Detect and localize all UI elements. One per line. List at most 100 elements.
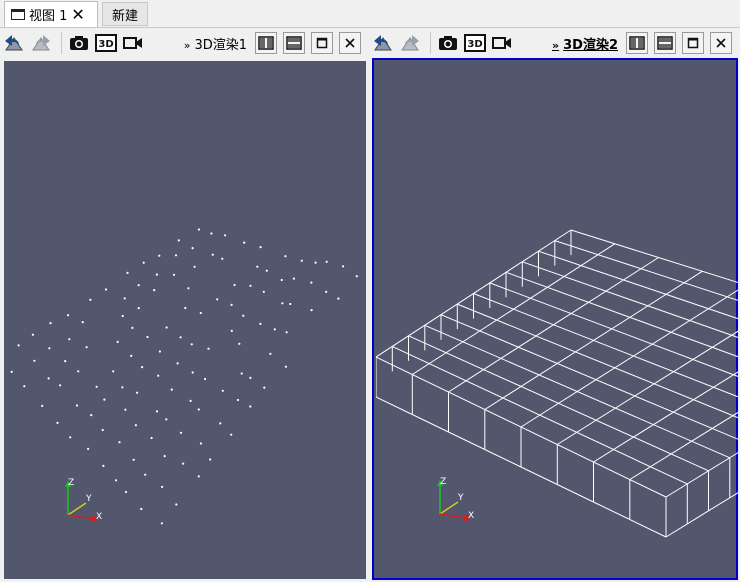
screenshot-camera-icon[interactable] <box>436 31 460 55</box>
point <box>210 232 213 235</box>
edge-line <box>448 431 486 450</box>
point <box>211 253 214 256</box>
point <box>95 385 98 388</box>
point <box>230 329 233 332</box>
maximize-icon[interactable] <box>311 32 333 54</box>
point <box>249 405 252 408</box>
3d-toggle-icon[interactable]: 3D <box>94 31 118 55</box>
point <box>176 362 179 365</box>
tab-new[interactable]: 新建 <box>102 2 148 26</box>
point <box>141 366 144 369</box>
axis-z-label: Z <box>440 477 446 487</box>
split-horizontal-icon[interactable] <box>255 32 277 54</box>
point <box>85 346 88 349</box>
record-video-icon[interactable] <box>490 31 514 55</box>
point <box>230 433 233 436</box>
point <box>240 372 243 375</box>
edge-line <box>708 497 731 512</box>
point <box>262 290 265 293</box>
point <box>191 371 194 374</box>
screenshot-camera-icon[interactable] <box>67 31 91 55</box>
record-video-icon[interactable] <box>121 31 145 55</box>
point <box>259 322 262 325</box>
point <box>175 503 178 506</box>
axis-x-label: X <box>468 511 474 521</box>
point <box>259 246 262 249</box>
edge-line <box>484 449 522 468</box>
edge-line <box>729 492 738 499</box>
toolbar-separator <box>61 32 62 54</box>
point <box>310 281 313 284</box>
point <box>104 288 108 291</box>
tab-view-1-label: 视图 1 <box>29 9 68 24</box>
point <box>197 408 200 411</box>
grid-line <box>522 261 738 338</box>
point <box>209 458 212 461</box>
grid-line <box>570 229 738 284</box>
point <box>233 283 236 287</box>
point <box>219 422 222 425</box>
orientation-axes: Z Y X <box>437 477 474 521</box>
point <box>189 399 192 402</box>
point <box>121 314 124 318</box>
point <box>263 386 266 389</box>
orientation-axes: Z Y X <box>65 478 102 522</box>
view-1-render-area[interactable]: Z Y X <box>4 61 366 579</box>
edge-line <box>412 414 449 433</box>
close-tab-icon[interactable]: ✕ <box>71 6 84 23</box>
point <box>243 241 246 244</box>
point <box>144 473 147 476</box>
split-vertical-icon[interactable] <box>283 32 305 54</box>
redo-camera-icon[interactable] <box>29 31 53 55</box>
close-view-icon[interactable] <box>710 32 732 54</box>
point <box>179 431 183 434</box>
point <box>221 257 224 260</box>
axis-z-label: Z <box>68 478 74 488</box>
edge-line <box>520 466 558 485</box>
close-view-icon[interactable] <box>339 32 361 54</box>
view-2-render-area-active[interactable]: Z Y X <box>372 58 738 580</box>
redo-camera-icon[interactable] <box>398 31 422 55</box>
point <box>124 408 127 411</box>
point <box>126 271 129 274</box>
point <box>193 265 196 268</box>
point <box>314 261 317 264</box>
point <box>47 377 50 380</box>
point <box>284 255 287 258</box>
toolbar-separator <box>430 32 431 54</box>
view-2-title[interactable]: » 3D渲染2 <box>552 34 618 53</box>
point <box>221 389 224 392</box>
3d-toggle-icon[interactable]: 3D <box>463 31 487 55</box>
point <box>184 306 187 310</box>
point <box>134 424 137 427</box>
tab-view-1[interactable]: 视图 1 ✕ <box>4 1 98 27</box>
point <box>23 385 26 388</box>
point <box>285 331 288 334</box>
point <box>137 307 140 310</box>
point <box>199 442 202 445</box>
point <box>103 398 106 401</box>
axis-y-label: Y <box>85 494 92 504</box>
point <box>207 347 210 350</box>
point <box>337 297 340 300</box>
split-horizontal-icon[interactable] <box>626 32 648 54</box>
point <box>118 441 121 444</box>
maximize-icon[interactable] <box>682 32 704 54</box>
point <box>172 273 176 276</box>
view-1-title[interactable]: » 3D渲染1 <box>184 34 247 53</box>
reset-camera-icon[interactable] <box>2 31 26 55</box>
point <box>41 404 44 407</box>
split-vertical-icon[interactable] <box>654 32 676 54</box>
point <box>49 322 52 325</box>
point <box>136 391 139 394</box>
reset-camera-icon[interactable] <box>371 31 395 55</box>
point <box>256 265 259 268</box>
point <box>273 328 276 331</box>
grid-line <box>412 243 616 375</box>
grid-line <box>448 257 659 393</box>
point <box>56 421 59 424</box>
point <box>69 436 72 439</box>
point <box>165 326 168 329</box>
grid-line <box>484 270 703 410</box>
point <box>89 298 92 301</box>
